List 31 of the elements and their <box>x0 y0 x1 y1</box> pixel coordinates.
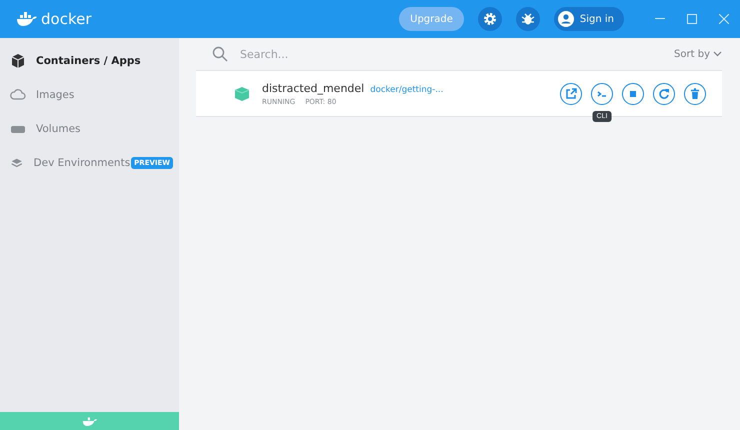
sidebar-item[interactable]: Images <box>0 78 179 112</box>
box-icon <box>10 53 26 69</box>
whale-icon <box>16 12 38 26</box>
maximize-icon <box>687 14 697 24</box>
whale-icon <box>82 416 98 426</box>
settings-icon <box>482 12 497 26</box>
open-external-icon <box>564 86 578 100</box>
settings-button[interactable] <box>478 7 502 31</box>
chevron-down-icon <box>713 51 722 57</box>
bug-icon <box>520 12 535 26</box>
minimize-icon <box>655 18 665 20</box>
trash-icon <box>688 86 702 100</box>
trash-button[interactable] <box>684 82 706 104</box>
sidebar-item[interactable]: Volumes <box>0 112 179 146</box>
logo-text: docker <box>41 10 92 28</box>
search-icon <box>212 46 228 62</box>
search-field[interactable]: Search... <box>238 46 664 62</box>
sort-dropdown[interactable]: Sort by <box>674 48 722 60</box>
upgrade-button[interactable]: Upgrade <box>399 7 464 31</box>
user-icon <box>558 11 574 27</box>
image-link[interactable]: docker/getting-... <box>370 84 444 94</box>
sidebar-item[interactable]: Containers / Apps <box>0 44 179 78</box>
close-icon <box>719 14 729 24</box>
open-external-button[interactable] <box>560 82 582 104</box>
sign-in-button[interactable]: Sign in <box>554 7 624 31</box>
stop-button[interactable] <box>622 82 644 104</box>
restart-icon <box>657 86 671 100</box>
container-icon <box>234 86 250 102</box>
container-name[interactable]: distracted_mendel <box>262 82 364 94</box>
restart-button[interactable] <box>653 82 675 104</box>
troubleshoot-button[interactable] <box>516 7 540 31</box>
